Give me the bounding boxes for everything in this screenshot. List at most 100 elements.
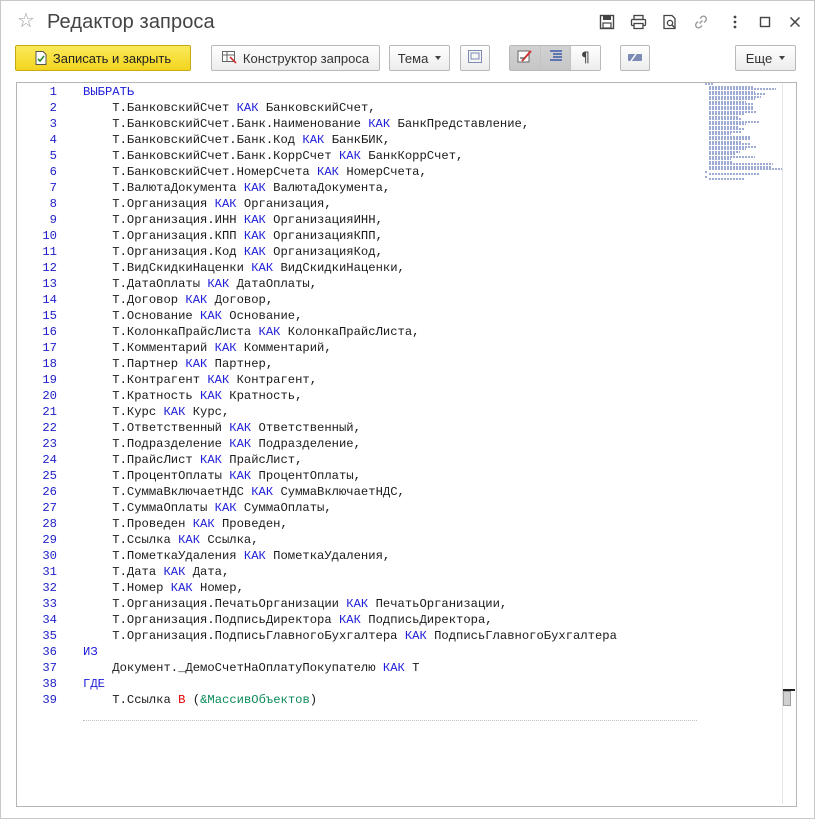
code-minimap[interactable] [705,83,783,180]
code-lines[interactable]: ВЫБРАТЬ Т.БанковскийСчет КАК БанковскийС… [83,84,698,708]
code-line[interactable]: Т.Организация.Код КАК ОрганизацияКод, [83,244,698,260]
template-icon [468,50,482,66]
code-line[interactable]: Документ._ДемоСчетНаОплатуПокупателю КАК… [83,660,698,676]
theme-dropdown[interactable]: Тема [389,45,450,71]
code-line[interactable]: Т.БанковскийСчет КАК БанковскийСчет, [83,100,698,116]
code-token: Дата, [185,565,230,579]
code-line[interactable]: Т.Кратность КАК Кратность, [83,388,698,404]
code-line[interactable]: Т.Договор КАК Договор, [83,292,698,308]
keyword-token: КАК [236,101,259,115]
code-line[interactable]: Т.Проведен КАК Проведен, [83,516,698,532]
format-button[interactable] [460,45,490,71]
code-line[interactable]: Т.БанковскийСчет.Банк.КоррСчет КАК БанкК… [83,148,698,164]
code-line[interactable]: Т.ПометкаУдаления КАК ПометкаУдаления, [83,548,698,564]
syntax-highlight-toggle[interactable] [510,46,540,70]
code-line[interactable]: Т.Организация.ПодписьДиректора КАК Подпи… [83,612,698,628]
code-line[interactable]: Т.ДатаОплаты КАК ДатаОплаты, [83,276,698,292]
code-line[interactable]: Т.Организация КАК Организация, [83,196,698,212]
line-number: 13 [42,277,57,291]
code-line[interactable]: Т.Дата КАК Дата, [83,564,698,580]
keyword-token: КАК [214,501,237,515]
keyword-token: КАК [229,469,252,483]
code-line[interactable]: Т.КолонкаПрайсЛиста КАК КолонкаПрайсЛист… [83,324,698,340]
line-number: 28 [42,517,57,531]
view-toggle-group: ¶ [509,45,601,71]
code-token: БанковскийСчет, [258,101,376,115]
code-line[interactable]: ГДЕ [83,676,698,692]
code-line[interactable]: Т.Номер КАК Номер, [83,580,698,596]
code-line[interactable]: Т.Контрагент КАК Контрагент, [83,372,698,388]
query-text-editor[interactable]: 1 2 3 4 5 6 7 8 9 10 11 12 13 14 15 16 17 18 19 20 21 22 23 24 2… [16,82,797,807]
code-token: Т.Комментарий [83,341,215,355]
save-and-close-button[interactable]: Записать и закрыть [15,45,191,71]
code-line[interactable]: Т.Организация.ИНН КАК ОрганизацияИНН, [83,212,698,228]
line-number: 33 [42,597,57,611]
code-line[interactable]: Т.СуммаОплаты КАК СуммаОплаты, [83,500,698,516]
code-line[interactable]: Т.БанковскийСчет.Банк.Код КАК БанкБИК, [83,132,698,148]
code-line[interactable]: Т.Ссылка КАК Ссылка, [83,532,698,548]
print-icon[interactable] [629,13,647,31]
keyword-token: КАК [185,357,208,371]
code-line[interactable]: Т.ВидСкидкиНаценки КАК ВидСкидкиНаценки, [83,260,698,276]
preview-icon[interactable] [661,13,679,31]
code-line[interactable]: Т.Организация.ПечатьОрганизации КАК Печа… [83,596,698,612]
code-token: Т.Ответственный [83,421,230,435]
code-line[interactable]: Т.ВалютаДокумента КАК ВалютаДокумента, [83,180,698,196]
keyword-token: КАК [163,405,186,419]
indent-toggle[interactable] [540,46,570,70]
code-token: Организация, [236,197,332,211]
code-token: ( [192,693,201,707]
line-number: 15 [42,309,57,323]
keyword-token: КАК [302,133,325,147]
code-token: Т.Кратность [83,389,201,403]
line-number: 37 [42,661,57,675]
code-token: Т.СуммаОплаты [83,501,215,515]
clear-button[interactable] [620,45,650,71]
code-token: Т.Подразделение [83,437,230,451]
code-line[interactable]: Т.Организация.КПП КАК ОрганизацияКПП, [83,228,698,244]
scrollbar-thumb[interactable] [783,691,791,706]
more-dropdown[interactable]: Еще [735,45,796,71]
code-line[interactable]: Т.Организация.ПодписьГлавногоБухгалтера … [83,628,698,644]
parameter-token: &МассивОбъектов [200,693,310,707]
link-icon[interactable] [692,13,710,31]
close-icon[interactable] [786,13,804,31]
code-line[interactable]: Т.Комментарий КАК Комментарий, [83,340,698,356]
code-line[interactable]: Т.ПрайсЛист КАК ПрайсЛист, [83,452,698,468]
code-token: Ответственный, [251,421,361,435]
code-token: Т.ВалютаДокумента [83,181,244,195]
code-line[interactable]: Т.Партнер КАК Партнер, [83,356,698,372]
line-number: 32 [42,581,57,595]
more-vertical-icon[interactable] [726,13,744,31]
maximize-icon[interactable] [756,13,774,31]
code-line[interactable]: Т.БанковскийСчет.Банк.Наименование КАК Б… [83,116,698,132]
code-line[interactable]: Т.СуммаВключаетНДС КАК СуммаВключаетНДС, [83,484,698,500]
show-whitespace-toggle[interactable]: ¶ [570,46,600,70]
chevron-down-icon [435,56,442,60]
favorite-star-icon[interactable]: ☆ [17,10,35,32]
line-number: 38 [42,677,57,691]
keyword-token: КАК [404,629,427,643]
code-line[interactable]: Т.Ссылка В (&МассивОбъектов) [83,692,698,708]
minimap-line [705,175,708,178]
keyword-token: КАК [170,581,193,595]
code-line[interactable]: Т.Ответственный КАК Ответственный, [83,420,698,436]
save-disk-icon[interactable] [598,13,616,31]
code-token: Т.ПрайсЛист [83,453,201,467]
code-token: ПрайсЛист, [221,453,303,467]
code-line[interactable]: ИЗ [83,644,698,660]
code-line[interactable]: Т.Курс КАК Курс, [83,404,698,420]
code-line[interactable]: ВЫБРАТЬ [83,84,698,100]
code-line[interactable]: Т.Подразделение КАК Подразделение, [83,436,698,452]
code-token: Договор, [207,293,274,307]
code-line[interactable]: Т.ПроцентОплаты КАК ПроцентОплаты, [83,468,698,484]
code-line[interactable]: Т.Основание КАК Основание, [83,308,698,324]
keyword-token: КАК [200,389,222,403]
code-token: Т.ВидСкидкиНаценки [83,261,252,275]
code-line[interactable]: Т.БанковскийСчет.НомерСчета КАК НомерСче… [83,164,698,180]
code-token: Т.Организация.Код [83,245,244,259]
line-number: 27 [42,501,57,515]
query-builder-button[interactable]: Конструктор запроса [211,45,380,71]
line-number: 39 [42,693,57,707]
keyword-token: КАК [163,565,186,579]
